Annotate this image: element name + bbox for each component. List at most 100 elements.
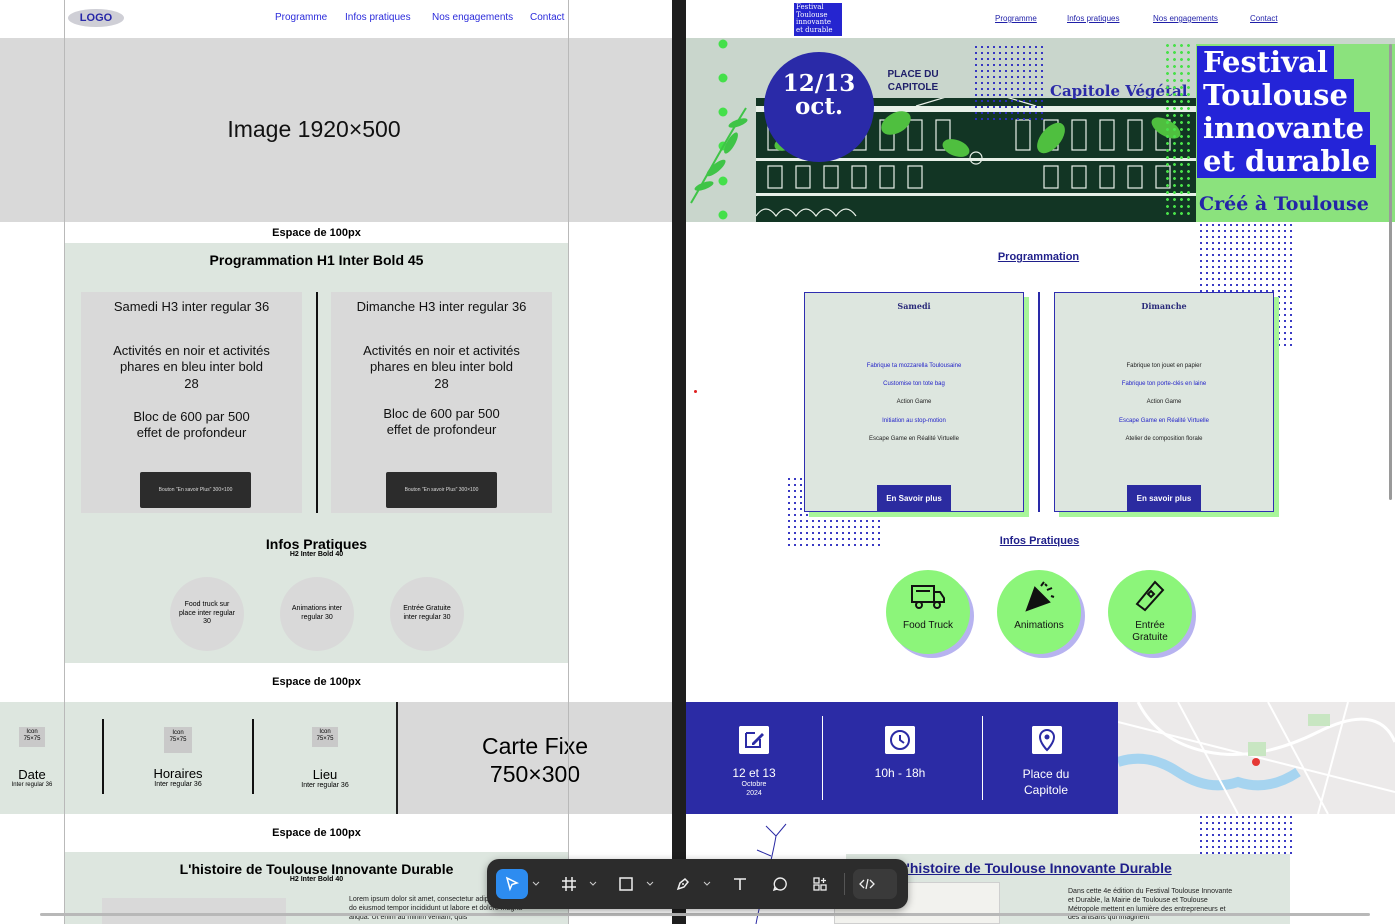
frame-tool-dropdown[interactable] xyxy=(587,869,599,899)
edit-calendar-icon xyxy=(739,726,769,754)
mk-activity-featured: Fabrique ton porte-clés en laine xyxy=(1121,381,1207,387)
mk-card-divider xyxy=(1038,292,1040,512)
frame-icon xyxy=(562,877,576,891)
wf-band-title: Horaires xyxy=(153,766,203,781)
wf-card-title: Samedi H3 inter regular 36 xyxy=(113,299,270,314)
figma-toolbar xyxy=(487,859,908,909)
mk-activity-featured: Escape Game en Réalité Virtuelle xyxy=(1119,418,1209,424)
chevron-down-icon xyxy=(646,881,654,886)
mk-info-entree: Entrée Gratuite xyxy=(1108,570,1192,654)
wf-card-desc: Activités en noir et activités phares en… xyxy=(363,343,520,391)
mk-hero-branch xyxy=(690,107,748,204)
mk-nav-contact[interactable]: Contact xyxy=(1250,14,1278,23)
mk-hero-title-line: Toulouse xyxy=(1197,79,1354,112)
pen-tool-dropdown[interactable] xyxy=(701,869,713,899)
mk-logo[interactable]: Festival Toulouse innovante et durable xyxy=(794,3,842,36)
comment-tool-button[interactable] xyxy=(765,869,795,899)
mk-card-dimanche-button[interactable]: En savoir plus xyxy=(1127,485,1201,511)
mk-card-samedi-button[interactable]: En Savoir plus xyxy=(877,485,951,511)
wf-band-title: Lieu xyxy=(312,767,338,782)
wf-info-circle-animations: Animations inter regular 30 xyxy=(280,577,354,651)
wf-info-circle-food: Food truck sur place inter regular 30 xyxy=(170,577,244,651)
mk-band-date: 12 et 13 Octobre 2024 xyxy=(706,702,802,814)
mk-hero-title-line: Festival xyxy=(1197,46,1334,79)
food-truck-icon xyxy=(911,585,945,609)
location-pin-icon xyxy=(1032,726,1062,754)
dev-mode-toggle[interactable] xyxy=(853,869,897,899)
wf-band-icon: Icon 75×75 xyxy=(19,727,45,747)
mk-band-sub: 2024 xyxy=(746,790,762,797)
mk-card-samedi: Samedi Fabrique ta mozzarella Toulousain… xyxy=(804,292,1024,512)
party-popper-icon xyxy=(1025,581,1055,612)
chevron-down-icon xyxy=(589,881,597,886)
wf-card-title: Dimanche H3 inter regular 36 xyxy=(356,299,527,314)
text-icon xyxy=(734,878,746,890)
figma-canvas[interactable]: LOGO Programme Infos pratiques Nos engag… xyxy=(0,0,1395,924)
wf-spacer-1: Espace de 100px xyxy=(272,227,361,239)
wf-band-date: Icon 75×75 Date Inter regular 36 xyxy=(0,702,64,814)
wf-band-lieu: Icon 75×75 Lieu Inter regular 36 xyxy=(254,702,396,814)
wf-nav-contact[interactable]: Contact xyxy=(530,12,564,23)
clock-icon xyxy=(885,726,915,754)
comment-icon xyxy=(772,877,787,892)
mk-hero-title-line: et durable xyxy=(1197,145,1377,178)
toolbar-separator xyxy=(844,873,845,895)
canvas-horizontal-scrollbar[interactable] xyxy=(40,913,1370,916)
wf-nav-infos[interactable]: Infos pratiques xyxy=(345,12,411,23)
mk-dot-grid-bottom xyxy=(1198,814,1292,854)
mk-card-title: Samedi xyxy=(897,301,931,311)
wf-band-icon: Icon 75×75 xyxy=(164,727,192,753)
mk-hero-title-block: Festival Toulouse innovante et durable C… xyxy=(1196,44,1395,222)
wf-map-label: Carte Fixe xyxy=(481,733,589,759)
chevron-down-icon xyxy=(532,881,540,886)
mk-scrollbar[interactable] xyxy=(1389,44,1392,500)
mk-band-title: Place du Capitole xyxy=(1022,767,1070,798)
mk-nav-programme[interactable]: Programme xyxy=(995,14,1037,23)
mk-nav-infos[interactable]: Infos pratiques xyxy=(1067,14,1119,23)
canvas-gap xyxy=(672,0,686,924)
mk-hero-green-grid xyxy=(1164,42,1194,218)
pen-tool-button[interactable] xyxy=(668,869,698,899)
move-tool-dropdown[interactable] xyxy=(530,869,542,899)
wf-programmation-title: Programmation H1 Inter Bold 45 xyxy=(209,252,424,268)
mk-nav-engagements[interactable]: Nos engagements xyxy=(1153,14,1218,23)
rectangle-icon xyxy=(619,877,633,891)
shape-tool-dropdown[interactable] xyxy=(644,869,656,899)
mk-logo-line: et durable xyxy=(796,26,833,35)
wf-history-image xyxy=(102,898,286,924)
mk-card-dimanche: Dimanche Fabrique ton jouet en papier Fa… xyxy=(1054,292,1274,512)
wf-card-samedi-button[interactable]: Bouton "En savoir Plus" 300×100 xyxy=(140,472,251,508)
wf-hero-placeholder: Image 1920×500 xyxy=(0,38,672,222)
actions-icon xyxy=(813,877,827,891)
wireframe-frame[interactable]: LOGO Programme Infos pratiques Nos engag… xyxy=(0,0,672,924)
code-icon xyxy=(859,878,875,890)
mk-card-title: Dimanche xyxy=(1141,301,1187,311)
move-tool-button[interactable] xyxy=(496,869,528,899)
mk-band-lieu: Place du Capitole xyxy=(996,702,1096,814)
text-tool-button[interactable] xyxy=(725,869,755,899)
wf-nav-engagements[interactable]: Nos engagements xyxy=(432,12,513,23)
wf-map-placeholder: Carte Fixe 750×300 xyxy=(396,702,672,814)
mk-map[interactable] xyxy=(1118,702,1395,814)
mk-hero: 12/13 oct. PLACE DU CAPITOLE Capitole Vé… xyxy=(686,38,1395,222)
mk-activity: Fabrique ton jouet en papier xyxy=(1126,363,1202,369)
wf-band-sub: Inter regular 36 xyxy=(154,781,202,788)
wf-card-dimanche-button[interactable]: Bouton "En savoir Plus" 300×100 xyxy=(386,472,497,508)
actions-tool-button[interactable] xyxy=(805,869,835,899)
pen-icon xyxy=(676,877,690,891)
wf-nav-programme[interactable]: Programme xyxy=(275,12,327,23)
mockup-frame[interactable]: Festival Toulouse innovante et durable P… xyxy=(686,0,1395,924)
mk-info-label: Food Truck xyxy=(902,620,954,631)
mk-activity-featured: Fabrique ta mozzarella Toulousaine xyxy=(866,363,962,369)
wf-map-size: 750×300 xyxy=(489,761,581,787)
wf-logo[interactable]: LOGO xyxy=(68,9,124,27)
wf-spacer-2: Espace de 100px xyxy=(272,676,361,688)
wf-card-size: Bloc de 600 par 500 effet de profondeur xyxy=(383,405,500,437)
wf-hero-label: Image 1920×500 xyxy=(227,116,401,142)
frame-tool-button[interactable] xyxy=(554,869,584,899)
mk-history-title: L'histoire de Toulouse Innovante Durable xyxy=(898,860,1172,876)
mk-hero-date-badge: 12/13 oct. xyxy=(764,52,874,162)
shape-tool-button[interactable] xyxy=(611,869,641,899)
mk-hero-title: Festival Toulouse innovante et durable xyxy=(1197,46,1387,178)
wf-info-circle-entree: Entrée Gratuite inter regular 30 xyxy=(390,577,464,651)
